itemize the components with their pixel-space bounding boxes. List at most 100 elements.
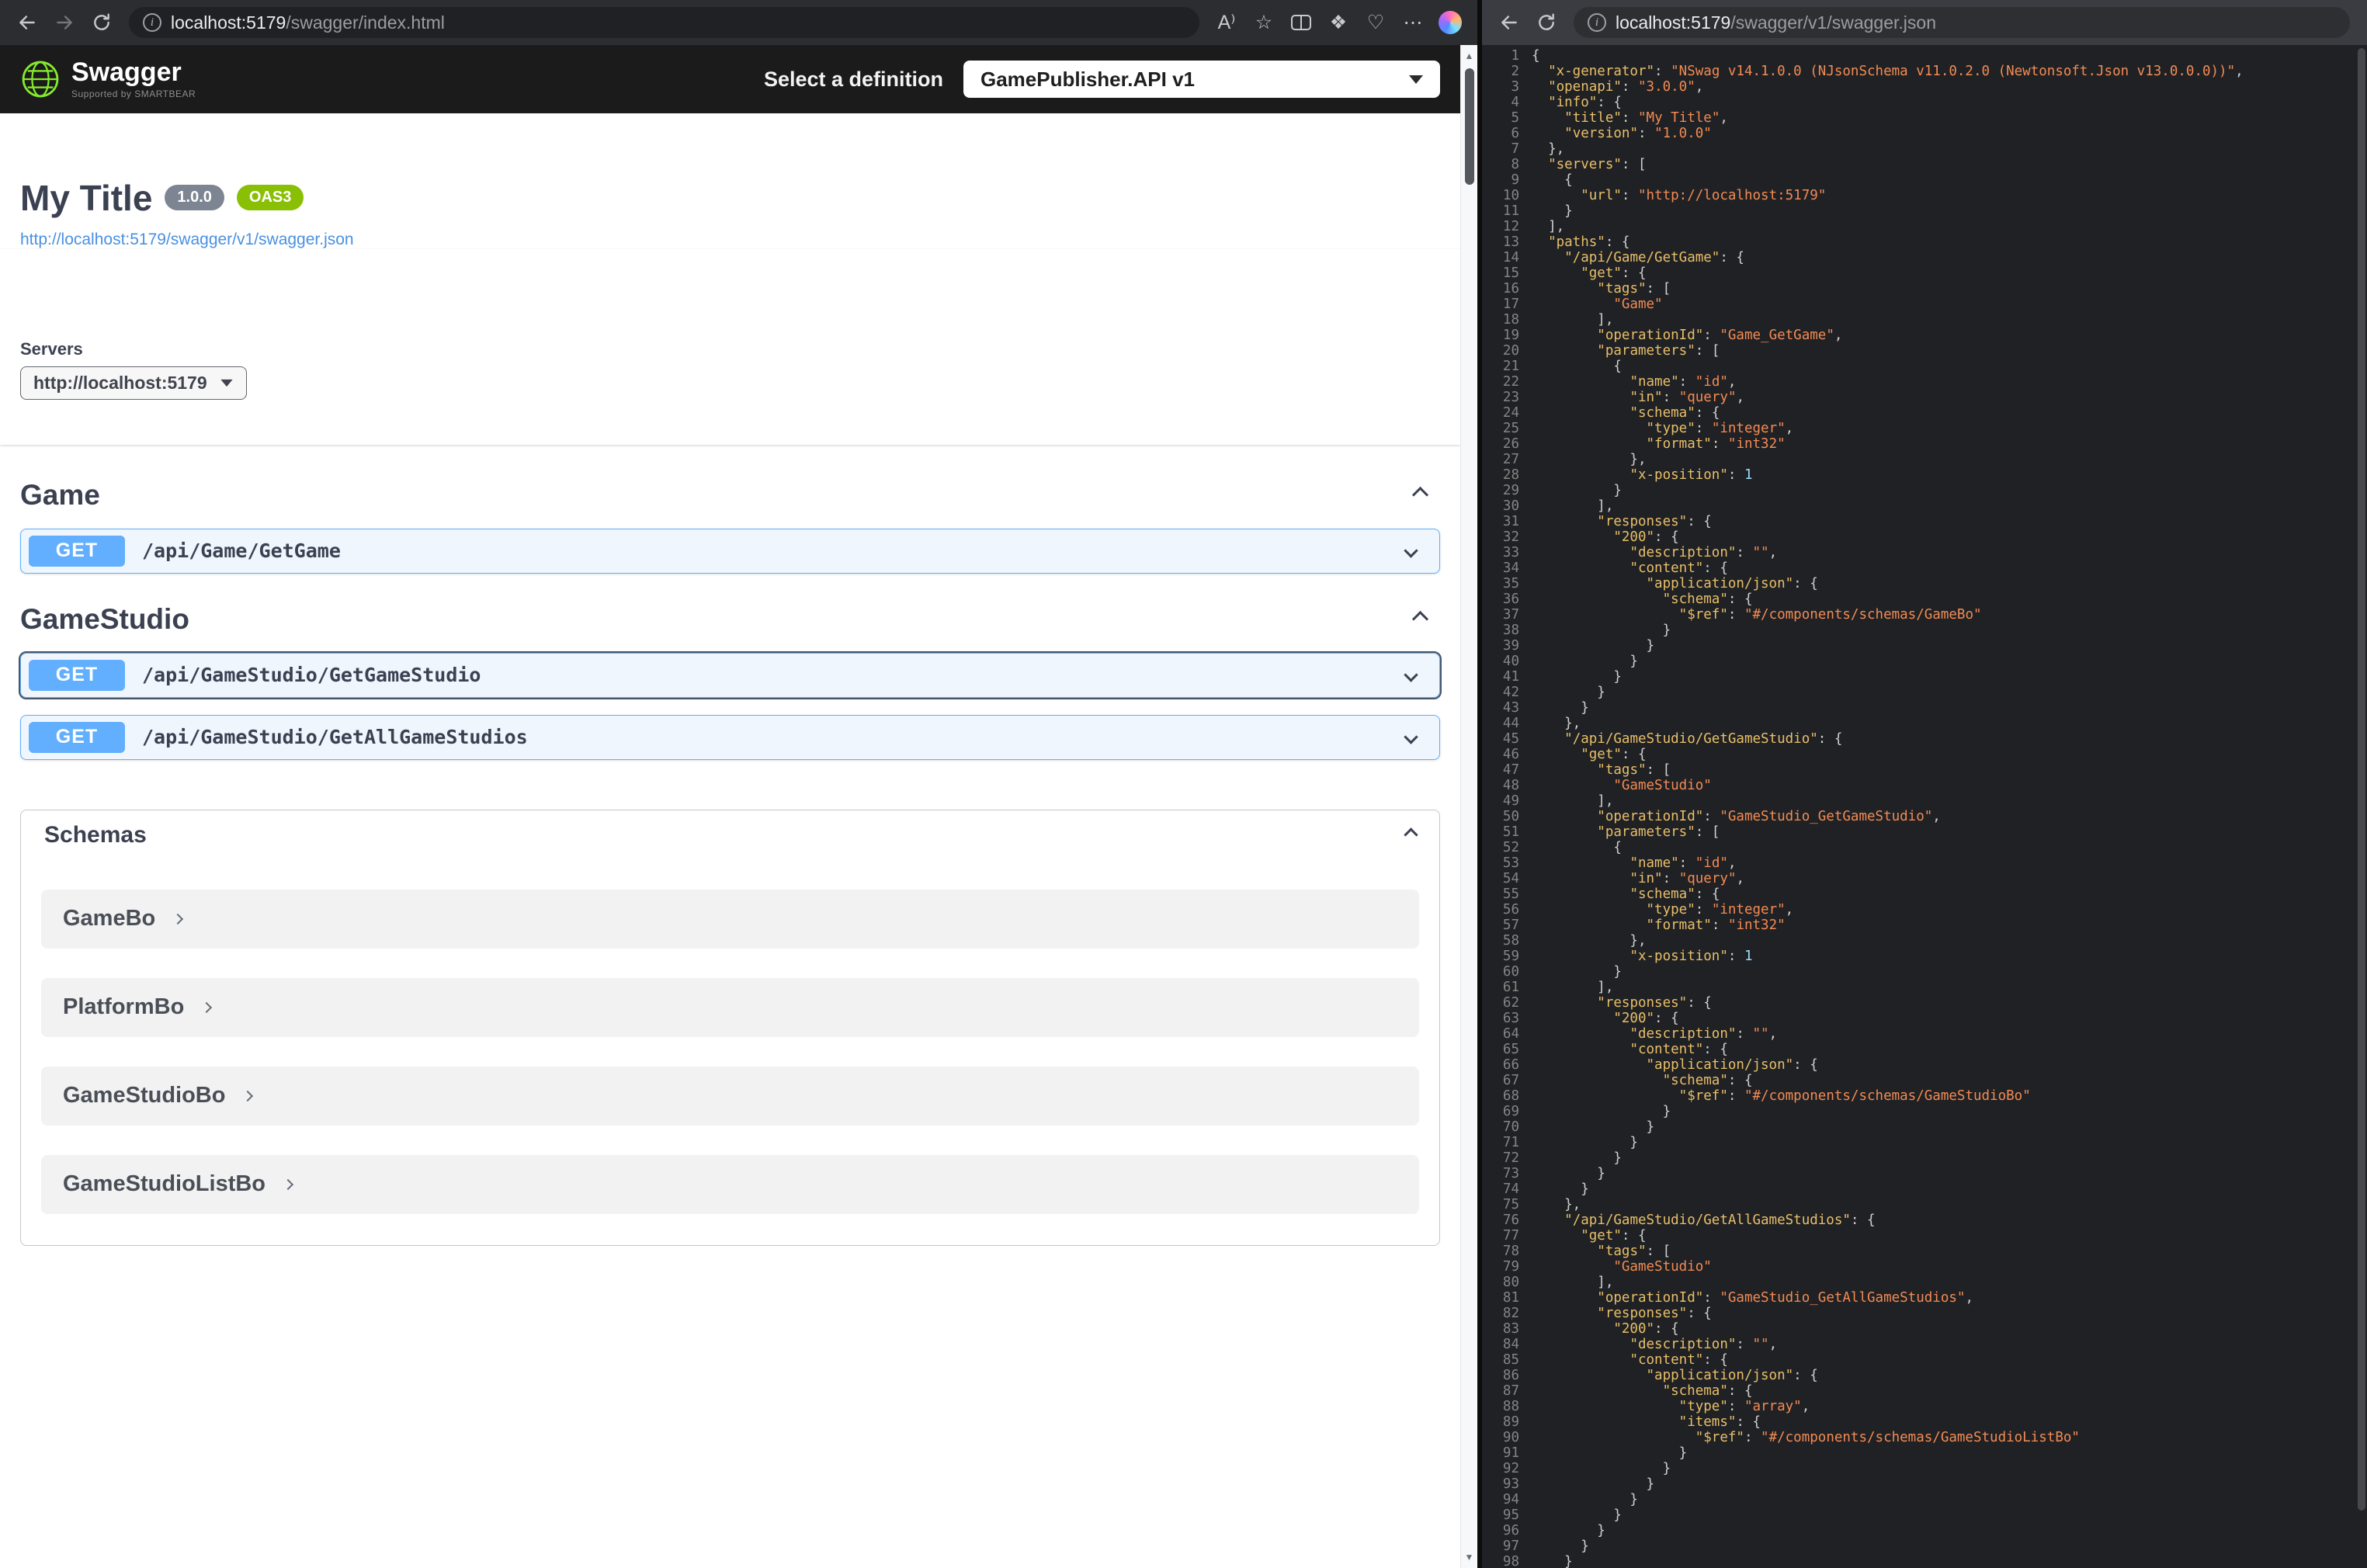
line-number: 1 [1511, 48, 1519, 64]
url-host: localhost:5179 [1616, 12, 1731, 33]
json-line: 38 } [1488, 623, 2367, 638]
operation-row[interactable]: GET/api/GameStudio/GetAllGameStudios [20, 714, 1440, 760]
url-text: localhost:5179/swagger/v1/swagger.json [1616, 12, 1936, 33]
method-badge: GET [29, 721, 125, 753]
line-number: 8 [1511, 157, 1519, 172]
forward-button[interactable] [47, 5, 82, 40]
line-number: 33 [1502, 545, 1519, 560]
json-code: "description": "", [1629, 1337, 1778, 1352]
schemas-header[interactable]: Schemas [21, 810, 1439, 860]
swagger-page: My Title 1.0.0 OAS3 http://localhost:517… [0, 113, 1460, 1568]
json-code: }, [1532, 141, 1565, 157]
read-aloud-button[interactable]: A⁾ [1209, 5, 1244, 40]
json-line: 36 "schema": { [1488, 591, 2367, 607]
left-browser-toolbar: i localhost:5179/swagger/index.html A⁾ ☆… [0, 0, 1477, 45]
tag-header-game[interactable]: Game [20, 479, 1440, 512]
line-number: 9 [1511, 172, 1519, 188]
line-number: 73 [1502, 1166, 1519, 1181]
json-code: "responses": { [1597, 1306, 1712, 1321]
version-badge: 1.0.0 [165, 185, 224, 210]
json-line: 18 ], [1488, 312, 2367, 328]
line-number: 20 [1502, 343, 1519, 359]
tag-header-gamestudio[interactable]: GameStudio [20, 603, 1440, 636]
favorites-star-button[interactable]: ☆ [1246, 5, 1282, 40]
line-number: 41 [1502, 669, 1519, 685]
scrollbar-thumb[interactable] [2358, 48, 2365, 1511]
back-button[interactable] [1491, 5, 1527, 40]
json-code: "schema": { [1629, 405, 1720, 421]
json-code: ], [1532, 793, 1614, 809]
operation-row[interactable]: GET/api/Game/GetGame [20, 528, 1440, 574]
json-line: 11 } [1488, 203, 2367, 219]
schema-model-gamebo[interactable]: GameBo [41, 889, 1419, 949]
chevron-down-icon [220, 379, 233, 387]
site-info-icon[interactable]: i [1588, 13, 1606, 32]
copilot-button[interactable] [1432, 5, 1468, 40]
line-number: 31 [1502, 514, 1519, 529]
address-bar[interactable]: i localhost:5179/swagger/index.html [129, 7, 1199, 38]
line-number: 25 [1502, 421, 1519, 436]
site-info-icon[interactable]: i [143, 13, 161, 32]
line-number: 95 [1502, 1507, 1519, 1523]
json-code: } [1532, 669, 1622, 685]
line-number: 28 [1502, 467, 1519, 483]
chevron-up-icon [1411, 610, 1429, 628]
schema-model-platformbo[interactable]: PlatformBo [41, 977, 1419, 1037]
line-number: 19 [1502, 328, 1519, 343]
json-code: ], [1532, 312, 1614, 328]
line-number: 7 [1511, 141, 1519, 157]
refresh-button[interactable] [84, 5, 120, 40]
browser-essentials-button[interactable]: ♡ [1358, 5, 1393, 40]
definition-select[interactable]: GamePublisher.API v1 [963, 61, 1440, 98]
page-scrollbar[interactable]: ▲ ▼ [1460, 45, 1477, 1568]
json-line: 70 } [1488, 1119, 2367, 1135]
definition-value: GamePublisher.API v1 [980, 67, 1196, 91]
json-line: 31 "responses": { [1488, 514, 2367, 529]
line-number: 67 [1502, 1073, 1519, 1088]
json-code: "x-position": 1 [1629, 949, 1753, 964]
model-name: GameBo [63, 906, 156, 931]
copilot-icon [1439, 11, 1462, 34]
json-code: "description": "", [1629, 1026, 1778, 1042]
json-code: "application/json": { [1646, 1057, 1818, 1073]
url-path: /swagger/index.html [286, 12, 445, 33]
json-line: 37 "$ref": "#/components/schemas/GameBo" [1488, 607, 2367, 623]
line-number: 56 [1502, 902, 1519, 918]
address-bar[interactable]: i localhost:5179/swagger/v1/swagger.json [1574, 7, 2350, 38]
schema-model-gamestudiobo[interactable]: GameStudioBo [41, 1066, 1419, 1126]
scroll-down-button[interactable]: ▼ [1461, 1546, 1477, 1568]
split-screen-button[interactable] [1283, 5, 1319, 40]
json-line: 40 } [1488, 654, 2367, 669]
json-code: "tags": [ [1597, 281, 1671, 297]
scrollbar-thumb[interactable] [1464, 68, 1474, 185]
spec-url-link[interactable]: http://localhost:5179/swagger/v1/swagger… [20, 231, 354, 249]
refresh-button[interactable] [1529, 5, 1564, 40]
json-code: { [1532, 840, 1622, 855]
api-title: My Title [20, 178, 153, 218]
more-menu-button[interactable]: ⋯ [1395, 5, 1431, 40]
scroll-up-button[interactable]: ▲ [1461, 45, 1477, 67]
json-line: 72 } [1488, 1150, 2367, 1166]
json-code: "schema": { [1662, 1383, 1753, 1399]
swagger-brand[interactable]: Swagger Supported by SMARTBEAR [20, 59, 196, 99]
json-code: { [1532, 359, 1622, 374]
json-line: 67 "schema": { [1488, 1073, 2367, 1088]
line-number: 94 [1502, 1492, 1519, 1507]
chevron-right-icon [242, 1090, 254, 1101]
json-line: 3 "openapi": "3.0.0", [1488, 79, 2367, 95]
json-code: "x-generator": "NSwag v14.1.0.0 (NJsonSc… [1548, 64, 2244, 79]
operation-row[interactable]: GET/api/GameStudio/GetGameStudio [19, 650, 1442, 699]
json-code: "type": "array", [1678, 1399, 1810, 1414]
json-line: 86 "application/json": { [1488, 1368, 2367, 1383]
json-line: 41 } [1488, 669, 2367, 685]
line-number: 15 [1502, 265, 1519, 281]
collections-button[interactable]: ❖ [1321, 5, 1356, 40]
json-scrollbar[interactable] [2356, 45, 2367, 1568]
servers-select[interactable]: http://localhost:5179 [20, 366, 247, 400]
json-viewer[interactable]: 1 {2 "x-generator": "NSwag v14.1.0.0 (NJs… [1482, 45, 2367, 1568]
schema-model-gamestudiolistbo[interactable]: GameStudioListBo [41, 1154, 1419, 1214]
json-line: 58 }, [1488, 933, 2367, 949]
line-number: 92 [1502, 1461, 1519, 1476]
back-button[interactable] [9, 5, 45, 40]
json-line: 2 "x-generator": "NSwag v14.1.0.0 (NJson… [1488, 64, 2367, 79]
